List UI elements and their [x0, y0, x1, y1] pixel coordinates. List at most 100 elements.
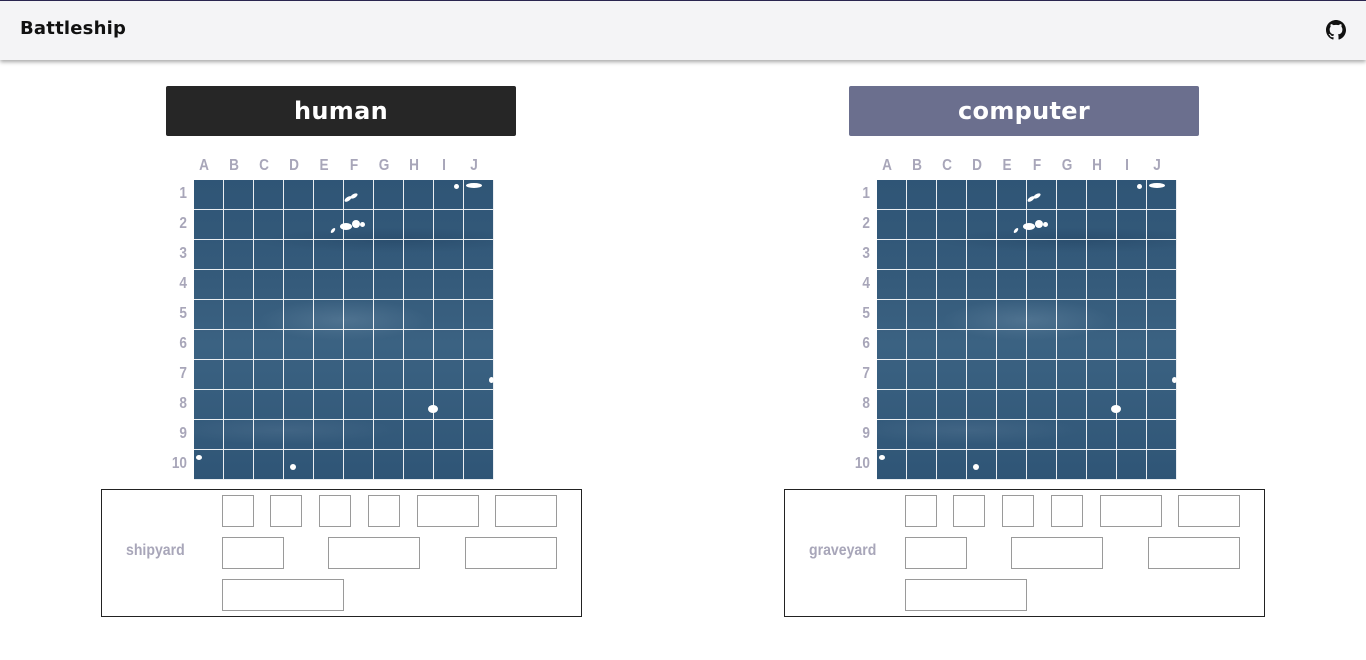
grid-cell-E3[interactable]	[314, 240, 344, 270]
grid-cell-C4[interactable]	[937, 270, 967, 300]
grid-cell-D4[interactable]	[284, 270, 314, 300]
grid-cell-F5[interactable]	[1027, 300, 1057, 330]
grid-cell-I1[interactable]	[434, 180, 464, 210]
grid-cell-D3[interactable]	[284, 240, 314, 270]
grid-cell-H10[interactable]	[1087, 450, 1117, 480]
grid-cell-F6[interactable]	[344, 330, 374, 360]
grid-cell-A7[interactable]	[194, 360, 224, 390]
grid-cell-E1[interactable]	[314, 180, 344, 210]
ship-slot[interactable]	[222, 579, 344, 611]
grid-cell-D6[interactable]	[284, 330, 314, 360]
grid-cell-H7[interactable]	[404, 360, 434, 390]
grid-cell-J2[interactable]	[464, 210, 494, 240]
grid-cell-C7[interactable]	[254, 360, 284, 390]
grid-cell-F10[interactable]	[344, 450, 374, 480]
grid-cell-B5[interactable]	[224, 300, 254, 330]
ship-slot[interactable]	[1051, 495, 1083, 527]
grid-cell-E5[interactable]	[997, 300, 1027, 330]
ship-slot[interactable]	[417, 495, 479, 527]
grid-cell-D9[interactable]	[967, 420, 997, 450]
grid-cell-I8[interactable]	[1117, 390, 1147, 420]
grid-cell-D10[interactable]	[967, 450, 997, 480]
grid-cell-E3[interactable]	[997, 240, 1027, 270]
grid-cell-I5[interactable]	[1117, 300, 1147, 330]
grid-cell-D7[interactable]	[284, 360, 314, 390]
grid-cell-D8[interactable]	[284, 390, 314, 420]
grid-cell-G5[interactable]	[1057, 300, 1087, 330]
grid-cell-I4[interactable]	[434, 270, 464, 300]
ship-slot[interactable]	[328, 537, 420, 569]
grid-cell-D7[interactable]	[967, 360, 997, 390]
grid-cell-C10[interactable]	[937, 450, 967, 480]
grid-cell-A9[interactable]	[877, 420, 907, 450]
grid-cell-D2[interactable]	[967, 210, 997, 240]
grid-cell-B10[interactable]	[907, 450, 937, 480]
ship-slot[interactable]	[1148, 537, 1240, 569]
grid-cell-I7[interactable]	[1117, 360, 1147, 390]
grid-cell-B1[interactable]	[907, 180, 937, 210]
grid-cell-E4[interactable]	[314, 270, 344, 300]
grid-cell-H5[interactable]	[1087, 300, 1117, 330]
grid-cell-A1[interactable]	[194, 180, 224, 210]
grid-cell-F1[interactable]	[1027, 180, 1057, 210]
computer-ocean-grid[interactable]	[877, 180, 1177, 480]
grid-cell-F6[interactable]	[1027, 330, 1057, 360]
grid-cell-B7[interactable]	[907, 360, 937, 390]
grid-cell-G9[interactable]	[374, 420, 404, 450]
ship-slot[interactable]	[270, 495, 302, 527]
grid-cell-B4[interactable]	[907, 270, 937, 300]
grid-cell-B4[interactable]	[224, 270, 254, 300]
ship-slot[interactable]	[1002, 495, 1034, 527]
grid-cell-H8[interactable]	[404, 390, 434, 420]
grid-cell-H6[interactable]	[404, 330, 434, 360]
grid-cell-C1[interactable]	[254, 180, 284, 210]
ship-slot[interactable]	[905, 537, 967, 569]
grid-cell-D2[interactable]	[284, 210, 314, 240]
grid-cell-G6[interactable]	[374, 330, 404, 360]
grid-cell-I3[interactable]	[434, 240, 464, 270]
grid-cell-A8[interactable]	[194, 390, 224, 420]
grid-cell-F4[interactable]	[1027, 270, 1057, 300]
ship-slot[interactable]	[222, 537, 284, 569]
grid-cell-E8[interactable]	[997, 390, 1027, 420]
grid-cell-J1[interactable]	[1147, 180, 1177, 210]
grid-cell-J6[interactable]	[464, 330, 494, 360]
grid-cell-I10[interactable]	[1117, 450, 1147, 480]
grid-cell-F8[interactable]	[344, 390, 374, 420]
grid-cell-C5[interactable]	[937, 300, 967, 330]
grid-cell-A3[interactable]	[194, 240, 224, 270]
grid-cell-A9[interactable]	[194, 420, 224, 450]
grid-cell-D10[interactable]	[284, 450, 314, 480]
grid-cell-C2[interactable]	[254, 210, 284, 240]
grid-cell-B3[interactable]	[907, 240, 937, 270]
grid-cell-E10[interactable]	[314, 450, 344, 480]
grid-cell-G8[interactable]	[374, 390, 404, 420]
grid-cell-B6[interactable]	[907, 330, 937, 360]
grid-cell-A3[interactable]	[877, 240, 907, 270]
grid-cell-G4[interactable]	[1057, 270, 1087, 300]
grid-cell-B8[interactable]	[224, 390, 254, 420]
grid-cell-H1[interactable]	[404, 180, 434, 210]
grid-cell-G7[interactable]	[374, 360, 404, 390]
grid-cell-E2[interactable]	[314, 210, 344, 240]
grid-cell-J1[interactable]	[464, 180, 494, 210]
grid-cell-H6[interactable]	[1087, 330, 1117, 360]
ship-slot[interactable]	[1178, 495, 1240, 527]
ship-slot[interactable]	[368, 495, 400, 527]
grid-cell-G1[interactable]	[1057, 180, 1087, 210]
grid-cell-A6[interactable]	[194, 330, 224, 360]
grid-cell-E5[interactable]	[314, 300, 344, 330]
grid-cell-H8[interactable]	[1087, 390, 1117, 420]
grid-cell-A5[interactable]	[877, 300, 907, 330]
grid-cell-J10[interactable]	[464, 450, 494, 480]
grid-cell-I6[interactable]	[434, 330, 464, 360]
grid-cell-D4[interactable]	[967, 270, 997, 300]
grid-cell-B9[interactable]	[907, 420, 937, 450]
grid-cell-H2[interactable]	[1087, 210, 1117, 240]
grid-cell-C6[interactable]	[254, 330, 284, 360]
grid-cell-H7[interactable]	[1087, 360, 1117, 390]
grid-cell-B9[interactable]	[224, 420, 254, 450]
grid-cell-E6[interactable]	[314, 330, 344, 360]
grid-cell-G7[interactable]	[1057, 360, 1087, 390]
grid-cell-J10[interactable]	[1147, 450, 1177, 480]
